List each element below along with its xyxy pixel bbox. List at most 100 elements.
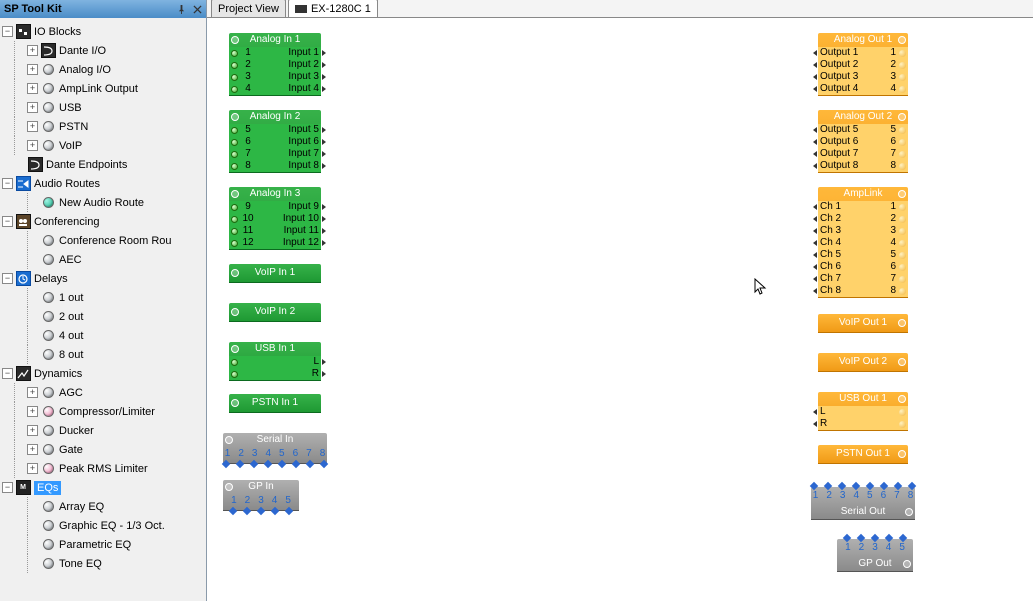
block-gp-out[interactable]: 12345GP Out bbox=[837, 539, 913, 571]
block-pstn-in-1[interactable]: PSTN In 1 bbox=[229, 394, 321, 412]
port-row[interactable]: R bbox=[818, 418, 908, 430]
block-serial-in[interactable]: Serial In12345678 bbox=[223, 433, 327, 463]
tree-node-conferencing[interactable]: − Conferencing bbox=[0, 212, 206, 231]
port-row[interactable]: Ch 11 bbox=[818, 201, 908, 213]
collapse-icon[interactable]: − bbox=[2, 26, 13, 37]
tree-node-audio-routes[interactable]: − Audio Routes bbox=[0, 174, 206, 193]
expand-icon[interactable]: + bbox=[27, 83, 38, 94]
tree-node-4out[interactable]: 4 out bbox=[0, 326, 206, 345]
port-row[interactable]: 4Input 4 bbox=[229, 83, 321, 95]
block-voip-out-1[interactable]: VoIP Out 1 bbox=[818, 314, 908, 332]
port-row[interactable]: Output 66 bbox=[818, 136, 908, 148]
tree-node-conf-room[interactable]: Conference Room Rou bbox=[0, 231, 206, 250]
port-row[interactable]: 2Input 2 bbox=[229, 59, 321, 71]
tree-node-graphic-eq[interactable]: Graphic EQ - 1/3 Oct. bbox=[0, 516, 206, 535]
port-row[interactable]: 3Input 3 bbox=[229, 71, 321, 83]
port-row[interactable]: Ch 55 bbox=[818, 249, 908, 261]
tree-node-peak[interactable]: +Peak RMS Limiter bbox=[0, 459, 206, 478]
port-row[interactable]: L bbox=[229, 356, 321, 368]
port-row[interactable]: R bbox=[229, 368, 321, 380]
block-amplink[interactable]: AmpLinkCh 11Ch 22Ch 33Ch 44Ch 55Ch 66Ch … bbox=[818, 187, 908, 297]
block-analog-out-1[interactable]: Analog Out 1Output 11Output 22Output 33O… bbox=[818, 33, 908, 95]
expand-icon[interactable]: + bbox=[27, 121, 38, 132]
expand-icon[interactable]: + bbox=[27, 463, 38, 474]
tree-node-comp[interactable]: +Compressor/Limiter bbox=[0, 402, 206, 421]
port-row[interactable]: 5Input 5 bbox=[229, 124, 321, 136]
block-voip-out-2[interactable]: VoIP Out 2 bbox=[818, 353, 908, 371]
expand-icon[interactable]: + bbox=[27, 102, 38, 113]
expand-icon[interactable]: + bbox=[27, 140, 38, 151]
port-row[interactable]: 11Input 11 bbox=[229, 225, 321, 237]
port-row[interactable]: Ch 77 bbox=[818, 273, 908, 285]
port-row[interactable]: 9Input 9 bbox=[229, 201, 321, 213]
collapse-icon[interactable]: − bbox=[2, 482, 13, 493]
block-usb-in-1[interactable]: USB In 1LR bbox=[229, 342, 321, 380]
port-row[interactable]: Output 77 bbox=[818, 148, 908, 160]
port-row[interactable]: 6Input 6 bbox=[229, 136, 321, 148]
port-row[interactable]: 10Input 10 bbox=[229, 213, 321, 225]
expand-icon[interactable]: + bbox=[27, 387, 38, 398]
expand-icon[interactable]: + bbox=[27, 425, 38, 436]
port-row[interactable]: Output 55 bbox=[818, 124, 908, 136]
port-row[interactable]: Output 33 bbox=[818, 71, 908, 83]
tree-node-array-eq[interactable]: Array EQ bbox=[0, 497, 206, 516]
port-row[interactable]: Ch 44 bbox=[818, 237, 908, 249]
port-row[interactable]: Ch 22 bbox=[818, 213, 908, 225]
tree-node-delays[interactable]: − Delays bbox=[0, 269, 206, 288]
port-row[interactable]: L bbox=[818, 406, 908, 418]
port-row[interactable]: 12Input 12 bbox=[229, 237, 321, 249]
expand-icon[interactable]: + bbox=[27, 406, 38, 417]
expand-icon[interactable]: + bbox=[27, 45, 38, 56]
block-pstn-out-1[interactable]: PSTN Out 1 bbox=[818, 445, 908, 463]
tree-node-parametric-eq[interactable]: Parametric EQ bbox=[0, 535, 206, 554]
tree-node-new-audio-route[interactable]: New Audio Route bbox=[0, 193, 206, 212]
port-row[interactable]: Output 22 bbox=[818, 59, 908, 71]
block-gp-in[interactable]: GP In12345 bbox=[223, 480, 299, 510]
tree-node-tone-eq[interactable]: Tone EQ bbox=[0, 554, 206, 573]
tree-node-dynamics[interactable]: − Dynamics bbox=[0, 364, 206, 383]
design-canvas[interactable]: Analog In 11Input 12Input 23Input 34Inpu… bbox=[207, 18, 1033, 601]
tree-node-aec[interactable]: AEC bbox=[0, 250, 206, 269]
block-analog-out-2[interactable]: Analog Out 2Output 55Output 66Output 77O… bbox=[818, 110, 908, 172]
tree-node-agc[interactable]: +AGC bbox=[0, 383, 206, 402]
tree-node-gate[interactable]: +Gate bbox=[0, 440, 206, 459]
block-voip-in-1[interactable]: VoIP In 1 bbox=[229, 264, 321, 282]
collapse-icon[interactable]: − bbox=[2, 216, 13, 227]
block-analog-in-2[interactable]: Analog In 25Input 56Input 67Input 78Inpu… bbox=[229, 110, 321, 172]
tree-node-1out[interactable]: 1 out bbox=[0, 288, 206, 307]
tree-node-dante-io[interactable]: + Dante I/O bbox=[0, 41, 206, 60]
port-row[interactable]: 8Input 8 bbox=[229, 160, 321, 172]
pin-icon[interactable] bbox=[176, 4, 186, 14]
port-row[interactable]: Ch 88 bbox=[818, 285, 908, 297]
block-serial-out[interactable]: 12345678Serial Out bbox=[811, 487, 915, 519]
tree-node-8out[interactable]: 8 out bbox=[0, 345, 206, 364]
tree-node-amplink-output[interactable]: + AmpLink Output bbox=[0, 79, 206, 98]
port-row[interactable]: 1Input 1 bbox=[229, 47, 321, 59]
port-row[interactable]: Ch 66 bbox=[818, 261, 908, 273]
port-row[interactable]: Ch 33 bbox=[818, 225, 908, 237]
tree-node-2out[interactable]: 2 out bbox=[0, 307, 206, 326]
tab-project-view[interactable]: Project View bbox=[211, 0, 286, 17]
tree-node-usb[interactable]: + USB bbox=[0, 98, 206, 117]
collapse-icon[interactable]: − bbox=[2, 178, 13, 189]
tree-node-io-blocks[interactable]: − IO Blocks bbox=[0, 22, 206, 41]
expand-icon[interactable]: + bbox=[27, 64, 38, 75]
tab-device[interactable]: EX-1280C 1 bbox=[288, 0, 378, 17]
block-voip-in-2[interactable]: VoIP In 2 bbox=[229, 303, 321, 321]
block-analog-in-1[interactable]: Analog In 11Input 12Input 23Input 34Inpu… bbox=[229, 33, 321, 95]
tree-node-eqs[interactable]: − M EQs bbox=[0, 478, 206, 497]
block-usb-out-1[interactable]: USB Out 1LR bbox=[818, 392, 908, 430]
port-row[interactable]: Output 88 bbox=[818, 160, 908, 172]
tree-node-ducker[interactable]: +Ducker bbox=[0, 421, 206, 440]
port-row[interactable]: Output 11 bbox=[818, 47, 908, 59]
block-analog-in-3[interactable]: Analog In 39Input 910Input 1011Input 111… bbox=[229, 187, 321, 249]
expand-icon[interactable]: + bbox=[27, 444, 38, 455]
port-row[interactable]: Output 44 bbox=[818, 83, 908, 95]
close-icon[interactable] bbox=[192, 4, 202, 14]
collapse-icon[interactable]: − bbox=[2, 273, 13, 284]
tree-node-dante-endpoints[interactable]: Dante Endpoints bbox=[0, 155, 206, 174]
port-row[interactable]: 7Input 7 bbox=[229, 148, 321, 160]
tree-node-analog-io[interactable]: + Analog I/O bbox=[0, 60, 206, 79]
tree-node-voip[interactable]: + VoIP bbox=[0, 136, 206, 155]
collapse-icon[interactable]: − bbox=[2, 368, 13, 379]
